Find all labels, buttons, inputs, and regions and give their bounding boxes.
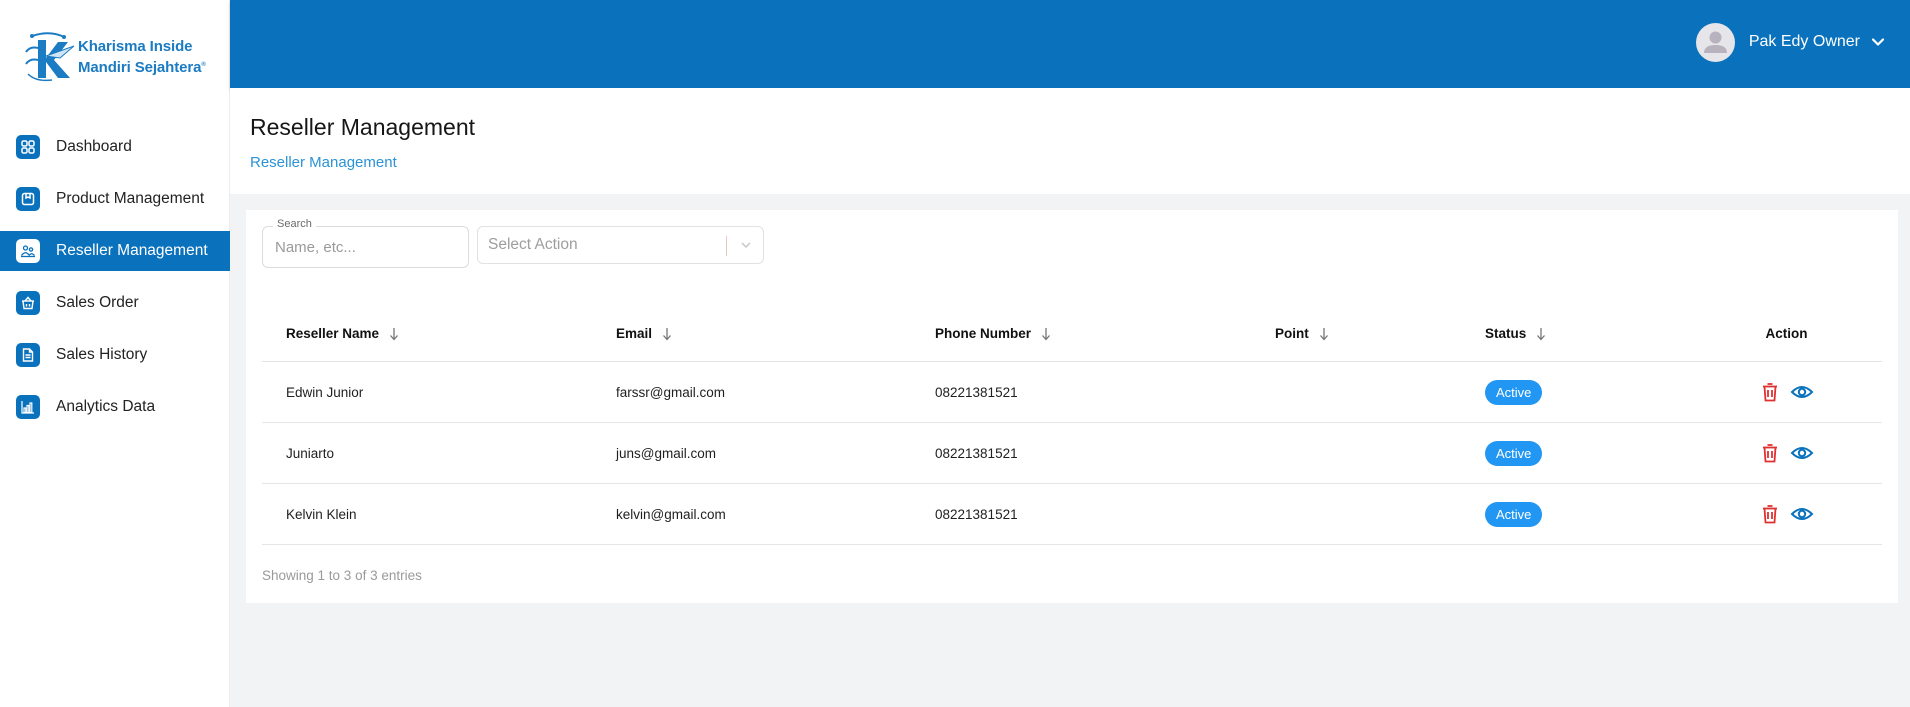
column-header-label: Email <box>616 326 653 341</box>
cell-status: Active <box>1461 440 1691 466</box>
sidebar-item-dashboard[interactable]: Dashboard <box>0 127 230 167</box>
chevron-down-icon[interactable] <box>739 238 753 252</box>
sidebar-item-sales-order[interactable]: Sales Order <box>0 283 230 323</box>
user-menu[interactable]: Pak Edy Owner <box>1695 22 1886 62</box>
avatar <box>1695 22 1735 62</box>
sidebar-nav: Dashboard Product Management Reseller Ma… <box>0 127 230 439</box>
logo-k-mark-icon <box>25 32 75 82</box>
logo-text: Kharisma Inside Mandiri Sejahtera® <box>78 38 206 77</box>
table-row: Edwin Junior farssr@gmail.com 0822138152… <box>262 362 1882 423</box>
status-badge: Active <box>1485 501 1543 527</box>
sort-arrow-down-icon[interactable] <box>662 327 672 341</box>
basket-icon <box>16 291 40 315</box>
sidebar-item-label: Dashboard <box>56 138 132 155</box>
sidebar-item-label: Product Management <box>56 190 205 207</box>
status-badge: Active <box>1485 440 1543 466</box>
view-eye-icon[interactable] <box>1790 444 1814 462</box>
cell-status: Active <box>1461 501 1691 527</box>
registered-mark: ® <box>201 61 206 68</box>
view-eye-icon[interactable] <box>1790 383 1814 401</box>
column-header-label: Phone Number <box>935 326 1032 341</box>
column-header-point[interactable]: Point <box>1251 326 1461 341</box>
select-separator <box>726 236 727 256</box>
document-icon <box>16 343 40 367</box>
cell-phone-number: 08221381521 <box>935 384 1018 400</box>
status-badge: Active <box>1485 379 1543 405</box>
cell-email: juns@gmail.com <box>616 445 716 461</box>
delete-trash-icon[interactable] <box>1760 503 1780 525</box>
table-header-row: Reseller Name Email Phone Number Point S… <box>262 306 1882 362</box>
sidebar-item-product-management[interactable]: Product Management <box>0 179 230 219</box>
page-title: Reseller Management <box>250 114 476 140</box>
user-silhouette-icon <box>1703 31 1727 53</box>
reseller-table: Reseller Name Email Phone Number Point S… <box>262 306 1882 545</box>
column-header-label: Point <box>1275 326 1309 341</box>
sort-arrow-down-icon[interactable] <box>389 327 399 341</box>
sidebar-item-label: Sales Order <box>56 294 139 311</box>
sidebar-item-analytics-data[interactable]: Analytics Data <box>0 387 230 427</box>
column-header-phone-number[interactable]: Phone Number <box>911 326 1251 341</box>
sidebar-item-label: Sales History <box>56 346 148 363</box>
cell-reseller-name: Edwin Junior <box>286 384 364 400</box>
reseller-table-card: Search Select Action Reseller Name Email… <box>246 210 1898 603</box>
sidebar: Kharisma Inside Mandiri Sejahtera® Dashb… <box>0 0 230 707</box>
cell-phone-number: 08221381521 <box>935 506 1018 522</box>
column-header-label: Status <box>1485 326 1527 341</box>
column-header-reseller-name[interactable]: Reseller Name <box>262 326 592 341</box>
dashboard-grid-icon <box>16 135 40 159</box>
cell-action <box>1691 442 1882 464</box>
cell-email: kelvin@gmail.com <box>616 506 726 522</box>
logo-line2: Mandiri Sejahtera <box>78 58 202 76</box>
sidebar-item-label: Reseller Management <box>56 242 208 259</box>
user-name: Pak Edy Owner <box>1748 33 1860 50</box>
select-action-dropdown[interactable]: Select Action <box>477 226 764 264</box>
delete-trash-icon[interactable] <box>1760 381 1780 403</box>
cell-phone-number: 08221381521 <box>935 445 1018 461</box>
column-header-email[interactable]: Email <box>592 326 911 341</box>
pagination-info: Showing 1 to 3 of 3 entries <box>262 568 422 583</box>
company-logo[interactable]: Kharisma Inside Mandiri Sejahtera® <box>24 32 214 82</box>
chevron-down-icon[interactable] <box>1870 34 1886 50</box>
delete-trash-icon[interactable] <box>1760 442 1780 464</box>
sidebar-item-reseller-management[interactable]: Reseller Management <box>0 231 230 271</box>
search-input[interactable] <box>275 236 460 258</box>
sidebar-item-label: Analytics Data <box>56 398 156 415</box>
product-box-icon <box>16 187 40 211</box>
search-label: Search <box>273 218 316 230</box>
table-row: Juniarto juns@gmail.com 08221381521 Acti… <box>262 423 1882 484</box>
breadcrumb[interactable]: Reseller Management <box>250 154 397 171</box>
cell-reseller-name: Kelvin Klein <box>286 506 357 522</box>
select-action-placeholder: Select Action <box>488 236 578 253</box>
search-field[interactable]: Search <box>262 218 469 268</box>
cell-status: Active <box>1461 379 1691 405</box>
sidebar-item-sales-history[interactable]: Sales History <box>0 335 230 375</box>
bar-chart-icon <box>16 395 40 419</box>
logo-line1: Kharisma Inside <box>78 37 193 55</box>
column-header-label: Reseller Name <box>286 326 380 341</box>
cell-action <box>1691 503 1882 525</box>
sort-arrow-down-icon[interactable] <box>1536 327 1546 341</box>
cell-reseller-name: Juniarto <box>286 445 335 461</box>
column-header-label: Action <box>1765 326 1808 341</box>
sort-arrow-down-icon[interactable] <box>1319 327 1329 341</box>
cell-action <box>1691 381 1882 403</box>
cell-email: farssr@gmail.com <box>616 384 725 400</box>
table-row: Kelvin Klein kelvin@gmail.com 0822138152… <box>262 484 1882 545</box>
top-bar: Pak Edy Owner <box>230 0 1910 88</box>
column-header-status[interactable]: Status <box>1461 326 1691 341</box>
column-header-action: Action <box>1691 326 1882 341</box>
sort-arrow-down-icon[interactable] <box>1041 327 1051 341</box>
view-eye-icon[interactable] <box>1790 505 1814 523</box>
page-header: Reseller Management Reseller Management <box>230 88 1910 194</box>
users-icon <box>16 239 40 263</box>
